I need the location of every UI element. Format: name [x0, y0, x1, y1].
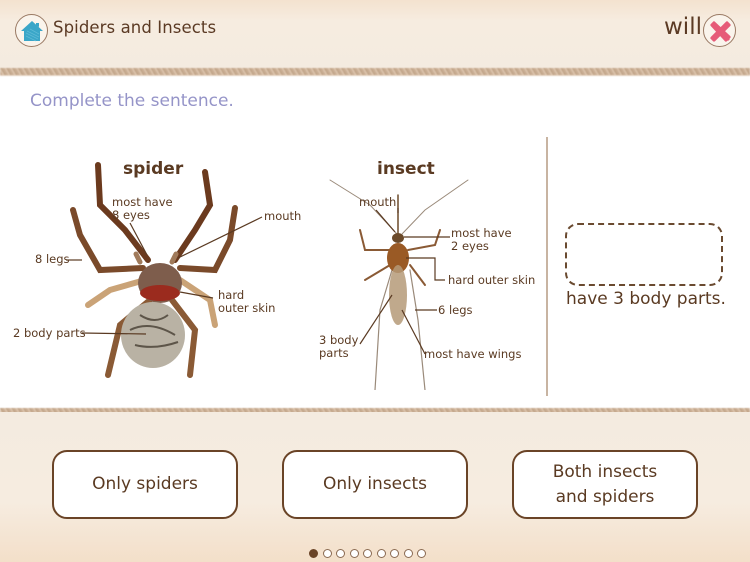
vertical-divider [546, 137, 548, 396]
header-divider [0, 68, 750, 76]
spider-label-mouth: mouth [264, 209, 302, 223]
spider-label-eyes: most have 8 eyes [112, 195, 173, 222]
app-title: Spiders and Insects [53, 18, 217, 37]
insect-label-skin: hard outer skin [448, 273, 536, 287]
instruction-text: Complete the sentence. [30, 91, 234, 111]
choice-only-spiders[interactable]: Only spiders [52, 450, 238, 519]
page-dot[interactable] [349, 549, 359, 558]
home-button[interactable] [15, 14, 48, 47]
page-dot[interactable] [403, 549, 413, 558]
page-dot[interactable] [322, 549, 332, 558]
insect-label-wings: most have wings [424, 347, 522, 361]
page-dot[interactable] [390, 549, 399, 558]
insect-label-legs: 6 legs [438, 303, 473, 317]
choice-only-insects[interactable]: Only insects [282, 450, 468, 519]
spider-label-body: 2 body parts [13, 326, 86, 340]
choice-both[interactable]: Both insects and spiders [512, 450, 698, 519]
page-dot[interactable] [417, 549, 426, 558]
page-dot[interactable] [309, 549, 318, 558]
answer-drop-slot[interactable] [565, 223, 723, 286]
insect-label-body: 3 body parts [319, 333, 359, 360]
home-icon [20, 20, 43, 41]
page-dot[interactable] [363, 549, 372, 558]
page-dot[interactable] [376, 549, 386, 558]
close-x-icon [709, 20, 731, 42]
page-dot[interactable] [336, 549, 345, 558]
close-button[interactable] [703, 14, 736, 47]
insect-label-eyes: most have 2 eyes [451, 226, 512, 253]
sentence-text: have 3 body parts. [566, 289, 726, 309]
vocab-word: will [664, 14, 702, 40]
spider-label-skin: hard outer skin [218, 288, 276, 315]
spider-image [66, 162, 263, 378]
insect-label-mouth: mouth [359, 195, 397, 209]
page-indicator [309, 549, 426, 558]
spider-label-legs: 8 legs [35, 252, 70, 266]
